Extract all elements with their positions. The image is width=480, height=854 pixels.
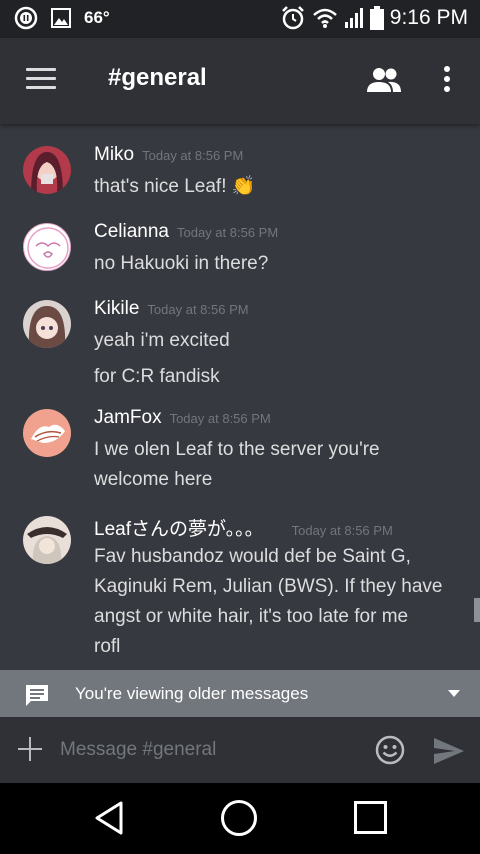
- message-text: rofl: [94, 636, 121, 657]
- channel-toolbar: #general: [0, 38, 480, 124]
- avatar[interactable]: [23, 223, 71, 271]
- message-text: no Hakuoki in there?: [94, 253, 269, 274]
- emoji-icon[interactable]: [374, 734, 406, 766]
- battery-icon: [369, 6, 384, 30]
- hamburger-menu-icon[interactable]: [26, 68, 56, 92]
- older-messages-bar[interactable]: You're viewing older messages: [0, 670, 480, 717]
- home-icon[interactable]: [221, 800, 257, 836]
- message-input[interactable]: [60, 735, 360, 765]
- message-author[interactable]: JamFox Today at 8:56 PM: [94, 407, 271, 429]
- message-text: Kaginuki Rem, Julian (BWS). If they have: [94, 576, 443, 597]
- scrollbar-thumb[interactable]: [474, 598, 480, 622]
- message-timestamp: Today at 8:56 PM: [142, 148, 244, 163]
- clock-text: 9:16 PM: [389, 6, 468, 29]
- message-text: I we olen Leaf to the server you're: [94, 439, 380, 460]
- signal-icon: [344, 8, 363, 28]
- message-text: angst or white hair, it's too late for m…: [94, 606, 409, 627]
- message-author[interactable]: Celianna Today at 8:56 PM: [94, 221, 278, 243]
- add-attachment-icon[interactable]: [18, 737, 42, 761]
- avatar[interactable]: [23, 409, 71, 457]
- message-author[interactable]: Miko Today at 8:56 PM: [94, 144, 243, 166]
- older-messages-label: You're viewing older messages: [75, 684, 309, 703]
- message-timestamp: Today at 8:56 PM: [169, 411, 271, 426]
- message-timestamp: Today at 8:56 PM: [291, 523, 393, 538]
- send-icon[interactable]: [433, 737, 465, 765]
- back-icon[interactable]: [93, 800, 125, 836]
- message-text: that's nice Leaf! 👏: [94, 176, 256, 197]
- recent-apps-icon[interactable]: [354, 801, 387, 834]
- overflow-menu-icon[interactable]: [436, 64, 458, 98]
- channel-title: #general: [108, 64, 207, 91]
- message-text: yeah i'm excited: [94, 330, 230, 351]
- message-timestamp: Today at 8:56 PM: [147, 302, 249, 317]
- message-timestamp: Today at 8:56 PM: [177, 225, 279, 240]
- status-bar: 66° 9:16 PM: [0, 0, 480, 38]
- chat-bubble-icon: [26, 685, 48, 706]
- image-icon: [51, 8, 71, 28]
- message-author[interactable]: Leafさんの夢が。。。 Today at 8:56 PM: [94, 514, 393, 541]
- avatar[interactable]: [23, 300, 71, 348]
- avatar[interactable]: [23, 146, 71, 194]
- notification-pause-icon: [14, 6, 38, 30]
- chevron-down-icon[interactable]: [448, 690, 460, 697]
- message-list[interactable]: Miko Today at 8:56 PM that's nice Leaf! 👏…: [0, 124, 480, 670]
- avatar[interactable]: [23, 516, 71, 564]
- message-text: for C:R fandisk: [94, 366, 220, 387]
- message-author[interactable]: Kikile Today at 8:56 PM: [94, 298, 249, 320]
- wifi-icon: [312, 8, 337, 28]
- alarm-icon: [281, 6, 304, 30]
- system-nav-bar: [0, 783, 480, 854]
- temperature-text: 66°: [84, 8, 110, 27]
- message-text: Fav husbandoz would def be Saint G,: [94, 546, 411, 567]
- members-icon[interactable]: [366, 66, 402, 96]
- message-text: welcome here: [94, 469, 213, 490]
- message-composer: [0, 717, 480, 783]
